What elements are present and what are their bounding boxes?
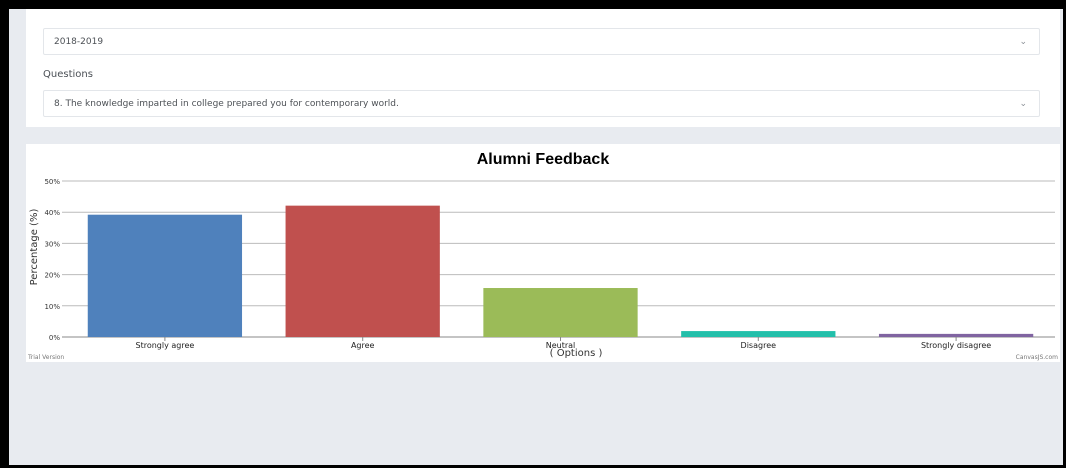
y-tick-label: 10% <box>44 303 60 311</box>
chevron-down-icon: ⌄ <box>1019 37 1027 47</box>
y-tick-label: 20% <box>44 272 60 280</box>
page-background: 2018-2019 ⌄ Questions 8. The knowledge i… <box>9 9 1063 465</box>
y-tick-label: 40% <box>44 209 60 217</box>
chevron-down-icon: ⌄ <box>1019 99 1027 109</box>
x-tick-label: Disagree <box>741 341 777 350</box>
bar-chart: Alumni Feedback 0% 10% 20% 30% 40% 50% Strong… <box>27 151 1058 361</box>
x-axis-title: ( Options ) <box>550 348 603 359</box>
x-tick-label: Agree <box>351 341 375 350</box>
year-select-value: 2018-2019 <box>54 37 104 47</box>
question-select-value: 8. The knowledge imparted in college pre… <box>54 99 399 109</box>
bar-strongly-disagree[interactable] <box>878 333 1034 337</box>
x-tick-label: Strongly disagree <box>921 341 991 350</box>
y-tick-label: 30% <box>44 240 60 248</box>
questions-label: Questions <box>43 69 93 80</box>
bar-disagree[interactable] <box>681 331 836 337</box>
y-tick-label: 0% <box>49 334 60 342</box>
y-axis-title: Percentage (%) <box>29 209 40 286</box>
y-tick-label: 50% <box>44 178 60 186</box>
filter-card: 2018-2019 ⌄ Questions 8. The knowledge i… <box>26 9 1060 127</box>
x-tick-label: Strongly agree <box>135 341 194 350</box>
bar-strongly-agree[interactable] <box>87 214 243 337</box>
chart-card: Alumni Feedback 0% 10% 20% 30% 40% 50% Strong… <box>26 144 1060 362</box>
canvasjs-watermark: CanvasJS.com <box>1016 354 1058 361</box>
bar-agree[interactable] <box>285 205 440 337</box>
trial-watermark: Trial Version <box>27 354 64 361</box>
year-select[interactable]: 2018-2019 ⌄ <box>43 28 1040 55</box>
chart-title: Alumni Feedback <box>477 151 610 168</box>
bar-neutral[interactable] <box>483 288 638 337</box>
question-select[interactable]: 8. The knowledge imparted in college pre… <box>43 90 1040 117</box>
